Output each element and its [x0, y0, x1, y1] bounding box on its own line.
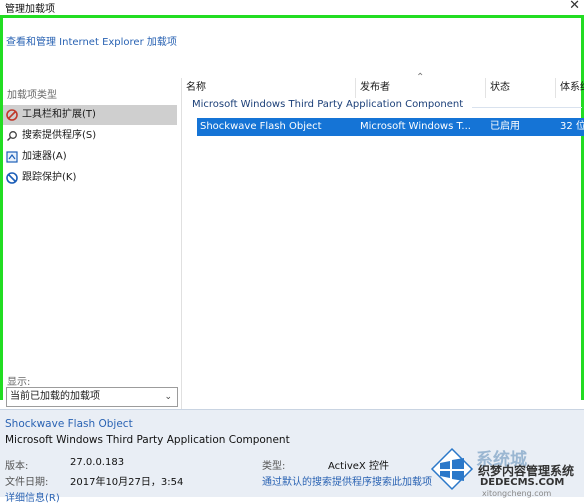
accelerator-icon: [6, 151, 18, 163]
type-value: ActiveX 控件: [328, 461, 389, 472]
version-value: 27.0.0.183: [70, 457, 125, 468]
toolbar-extension-icon: [6, 109, 18, 121]
file-date-value: 2017年10月27日，3:54: [70, 477, 184, 488]
block-icon: [6, 172, 18, 184]
cell-name: Shockwave Flash Object: [200, 121, 322, 132]
column-header-architecture[interactable]: 体系结: [556, 78, 584, 98]
detail-addon-name: Shockwave Flash Object: [5, 418, 133, 430]
addon-types-heading: 加载项类型: [7, 90, 57, 101]
cell-status: 已启用: [490, 121, 520, 132]
search-addon-link[interactable]: 通过默认的搜索提供程序搜索此加载项: [262, 473, 432, 488]
type-item-label: 工具栏和扩展(T): [22, 109, 96, 120]
title-bar: 管理加载项 ✕: [0, 0, 584, 15]
type-item-accelerators[interactable]: 加速器(A): [3, 147, 177, 167]
table-row[interactable]: Shockwave Flash Object Microsoft Windows…: [197, 118, 584, 136]
detail-publisher: Microsoft Windows Third Party Applicatio…: [5, 434, 290, 446]
chevron-down-icon: ⌄: [164, 392, 172, 402]
type-item-toolbars-extensions[interactable]: 工具栏和扩展(T): [3, 105, 177, 125]
cell-publisher: Microsoft Windows T...: [360, 121, 471, 132]
manage-addons-link[interactable]: 查看和管理 Internet Explorer 加载项: [6, 33, 177, 48]
type-item-label: 搜索提供程序(S): [22, 130, 97, 141]
cell-architecture: 32 位: [560, 121, 584, 132]
type-label: 类型:: [262, 461, 286, 472]
group-divider: [472, 107, 582, 108]
file-date-label: 文件日期:: [5, 477, 49, 488]
type-item-search-providers[interactable]: 搜索提供程序(S): [3, 126, 177, 146]
type-item-tracking-protection[interactable]: 跟踪保护(K): [3, 168, 177, 188]
watermark-text: xitongcheng.com: [482, 489, 552, 498]
group-header: Microsoft Windows Third Party Applicatio…: [192, 99, 464, 110]
dropdown-value: 当前已加载的加载项: [10, 391, 100, 402]
addons-list: 名称 发布者 ⌃ 状态 体系结 Microsoft Windows Third …: [182, 72, 584, 409]
show-filter-dropdown[interactable]: 当前已加载的加载项 ⌄: [6, 387, 178, 407]
show-label: 显示:: [7, 377, 31, 388]
sort-caret-icon: ⌃: [416, 72, 425, 83]
column-header-status[interactable]: 状态: [486, 78, 556, 98]
close-icon[interactable]: ✕: [569, 0, 580, 13]
window-title: 管理加载项: [5, 4, 55, 15]
watermark-logo-icon: [430, 447, 474, 491]
search-icon: [6, 131, 17, 142]
type-item-label: 跟踪保护(K): [22, 172, 77, 183]
watermark: 系统城 织梦内容管理系统 DEDECMS.COM xitongcheng.com: [428, 443, 584, 498]
column-header-name[interactable]: 名称: [182, 78, 356, 98]
more-info-link[interactable]: 详细信息(R): [5, 489, 60, 504]
addon-types-pane: 加载项类型 工具栏和扩展(T) 搜索提供程序(S) 加速器(A) 跟踪保护(K)…: [3, 78, 181, 409]
watermark-text: DEDECMS.COM: [480, 477, 565, 488]
version-label: 版本:: [5, 461, 29, 472]
type-item-label: 加速器(A): [22, 151, 67, 162]
